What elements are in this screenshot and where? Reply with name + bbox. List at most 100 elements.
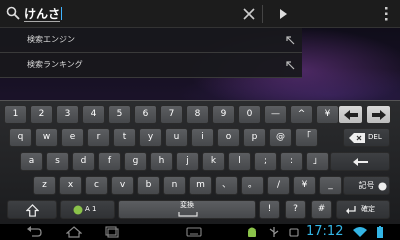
cursor-left-key[interactable] [338,105,363,124]
search-bar: けんさ [0,0,400,28]
divider [262,5,263,23]
key[interactable]: / [267,176,290,195]
mode-icon [73,205,83,215]
key[interactable]: _ [319,176,342,195]
key[interactable]: 」 [306,152,329,171]
key[interactable]: s [46,152,69,171]
key[interactable]: q [9,128,32,147]
key[interactable]: c [85,176,108,195]
search-input[interactable]: けんさ [24,5,63,23]
go-arrow-icon[interactable] [276,7,290,21]
key[interactable]: j [176,152,199,171]
wifi-icon [353,227,367,237]
cursor-right-key[interactable] [366,105,391,124]
return-icon [346,206,356,214]
key[interactable]: u [165,128,188,147]
soft-keyboard: 1 2 3 4 5 6 7 8 9 0— ^ ¥ q w e r t y u i o p @ 「 a s d f g h j k l;:」 … [0,100,400,224]
query-refine-arrow-icon[interactable] [284,59,296,71]
query-refine-arrow-icon[interactable] [284,34,296,46]
key[interactable]: k [202,152,225,171]
key[interactable]: v [111,176,134,195]
key[interactable]: a [20,152,43,171]
suggestion-item[interactable]: 検索エンジン [0,28,302,53]
key[interactable]: n [163,176,186,195]
space-convert-key[interactable]: 変換 [118,200,256,219]
suggestion-label: 検索エンジン [27,35,75,44]
home-icon[interactable] [66,226,82,238]
arrow-right-icon [372,110,386,120]
question-key[interactable]: ? [285,200,306,219]
key[interactable]: 2 [30,105,53,124]
key[interactable]: o [217,128,240,147]
notification-icon [289,228,299,237]
back-icon[interactable] [26,226,42,238]
key[interactable]: : [280,152,303,171]
key[interactable]: 「 [295,128,318,147]
key[interactable]: e [61,128,84,147]
key[interactable]: 4 [82,105,105,124]
key[interactable]: z [33,176,56,195]
key[interactable]: ^ [290,105,313,124]
search-query-rest: さ [48,7,61,22]
input-mode-label: A 1 [85,205,97,213]
hash-key[interactable]: # [311,200,332,219]
input-mode-key[interactable]: A 1 [60,200,115,219]
symbol-key[interactable]: 記号 [343,176,390,195]
key[interactable]: y [139,128,162,147]
android-debug-icon [248,227,256,237]
key[interactable]: h [150,152,173,171]
key[interactable]: 8 [186,105,209,124]
text-cursor [61,7,63,20]
key[interactable]: 、 [215,176,238,195]
key[interactable]: 3 [56,105,79,124]
key[interactable]: w [35,128,58,147]
key[interactable]: 9 [212,105,235,124]
key[interactable]: 0 [238,105,261,124]
key[interactable]: i [191,128,214,147]
delete-label: DEL [368,133,382,141]
delete-key[interactable]: DEL [343,128,390,147]
key[interactable]: b [137,176,160,195]
enter-arrow-key[interactable] [330,152,390,171]
overflow-menu-icon[interactable] [380,4,392,24]
clock: 17:12 [306,224,344,239]
key[interactable]: 。 [241,176,264,195]
key[interactable]: 7 [160,105,183,124]
key[interactable]: 5 [108,105,131,124]
key[interactable]: x [59,176,82,195]
search-icon [6,6,20,20]
exclamation-key[interactable]: ! [259,200,280,219]
symbol-label: 記号 [358,181,375,190]
shift-arrow-icon [26,204,39,217]
key[interactable]: f [98,152,121,171]
emoji-icon [378,182,387,191]
key[interactable]: d [72,152,95,171]
key[interactable]: p [243,128,266,147]
suggestion-label: 検索ランキング [27,60,83,69]
suggestion-list: 検索エンジン 検索ランキング [0,28,302,78]
clear-icon[interactable] [241,6,257,22]
recent-apps-icon[interactable] [104,226,120,238]
status-bar: 17:12 [0,224,400,240]
backspace-icon [349,133,365,143]
space-bar-icon [178,212,198,217]
key[interactable]: — [264,105,287,124]
key[interactable]: @ [269,128,292,147]
key[interactable]: ¥ [316,105,339,124]
keyboard-icon[interactable] [186,226,202,238]
suggestion-item[interactable]: 検索ランキング [0,53,302,78]
arrow-left-icon [344,110,358,120]
key[interactable]: m [189,176,212,195]
key[interactable]: r [87,128,110,147]
key[interactable]: g [124,152,147,171]
key[interactable]: 6 [134,105,157,124]
key[interactable]: 1 [4,105,27,124]
confirm-key[interactable]: 確定 [336,200,390,219]
confirm-label: 確定 [361,205,375,213]
shift-key[interactable] [7,200,57,219]
key[interactable]: l [228,152,251,171]
key[interactable]: ; [254,152,277,171]
key[interactable]: ¥ [293,176,316,195]
battery-icon [377,226,383,238]
key[interactable]: t [113,128,136,147]
